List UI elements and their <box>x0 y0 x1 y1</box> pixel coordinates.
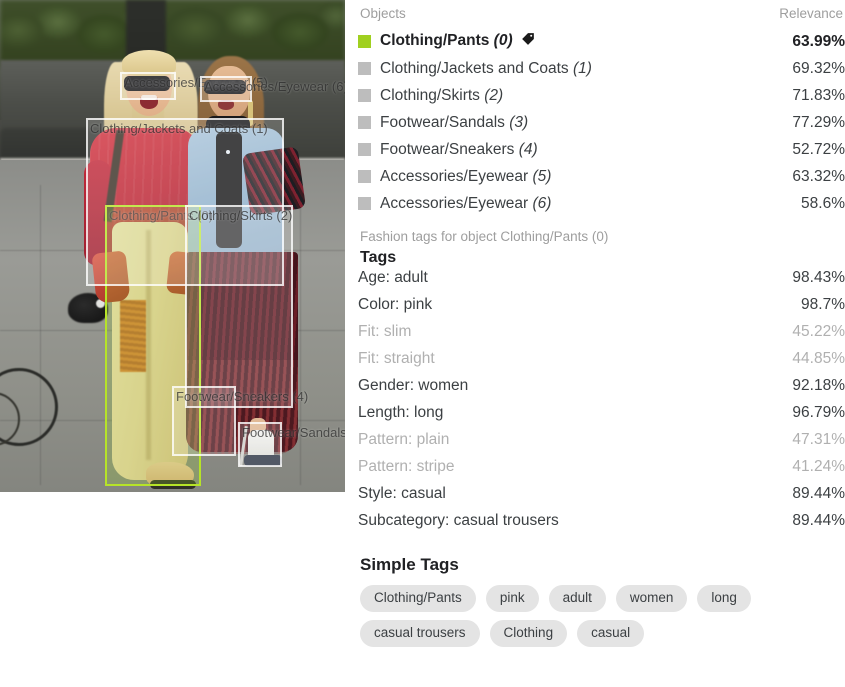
simple-tags-title: Simple Tags <box>360 555 459 574</box>
object-label: Accessories/Eyewear (6) <box>380 194 552 212</box>
bounding-box-label: Clothing/Jackets and Coats (1) <box>90 121 268 136</box>
object-label: Footwear/Sneakers (4) <box>380 140 538 158</box>
tag-icon <box>521 32 535 51</box>
object-label: Footwear/Sandals (3) <box>380 113 529 131</box>
object-row[interactable]: Clothing/Skirts (2) 71.83% <box>358 82 845 109</box>
object-row[interactable]: Footwear/Sneakers (4) 52.72% <box>358 136 845 163</box>
object-row[interactable]: Clothing/Jackets and Coats (1) 69.32% <box>358 55 845 82</box>
object-relevance: 71.83% <box>792 86 845 104</box>
object-row[interactable]: Footwear/Sandals (3) 77.29% <box>358 109 845 136</box>
fashion-tag-label: Pattern: stripe <box>358 458 455 475</box>
object-relevance: 52.72% <box>792 140 845 158</box>
object-row[interactable]: Accessories/Eyewear (5) 63.32% <box>358 163 845 190</box>
object-tagging-viewer: Clothing/Pants (0) Clothing/Jackets and C… <box>0 0 845 687</box>
simple-tag-pill[interactable]: adult <box>548 585 606 612</box>
bounding-box-label: Accessories/Eyewear (6) <box>204 79 345 94</box>
object-color-swatch <box>358 170 371 183</box>
object-label: Clothing/Pants (0) <box>380 32 792 51</box>
fashion-tag-confidence: 41.24% <box>792 458 845 475</box>
fashion-tag-label: Age: adult <box>358 269 428 286</box>
fashion-tag-label: Style: casual <box>358 485 446 502</box>
object-color-swatch <box>358 62 371 75</box>
object-color-swatch <box>358 35 371 48</box>
pavement-seam <box>300 185 301 485</box>
fashion-tags-subheader: Fashion tags for object Clothing/Pants (… <box>360 229 609 244</box>
objects-header: Objects Relevance <box>358 0 845 28</box>
fashion-tag-confidence: 89.44% <box>792 485 845 502</box>
fashion-tag-confidence: 45.22% <box>792 323 845 340</box>
object-relevance: 69.32% <box>792 59 845 77</box>
object-relevance: 63.32% <box>792 167 845 185</box>
fashion-tag-label: Pattern: plain <box>358 431 450 448</box>
simple-tag-pill[interactable]: casual <box>577 619 645 647</box>
fashion-tag-label: Fit: slim <box>358 323 412 340</box>
fashion-tag-row: Style: casual 89.44% <box>358 485 845 512</box>
object-color-swatch <box>358 143 371 156</box>
fashion-tag-row: Age: adult 98.43% <box>358 269 845 296</box>
object-relevance: 58.6% <box>801 194 845 212</box>
fashion-tag-row: Fit: slim 45.22% <box>358 323 845 350</box>
fashion-tag-row: Pattern: stripe 41.24% <box>358 458 845 485</box>
fashion-tag-confidence: 98.7% <box>801 296 845 313</box>
simple-tag-pill[interactable]: pink <box>485 585 539 612</box>
simple-tag-pill[interactable]: Clothing/Pants <box>360 585 476 612</box>
simple-tag-pill[interactable]: Clothing <box>489 619 568 647</box>
fashion-tag-list: Age: adult 98.43% Color: pink 98.7% Fit: sli… <box>358 269 845 539</box>
fashion-tag-confidence: 98.43% <box>792 269 845 286</box>
object-label: Clothing/Skirts (2) <box>380 86 504 104</box>
object-label: Accessories/Eyewear (5) <box>380 167 552 185</box>
fashion-tag-label: Subcategory: casual trousers <box>358 512 559 529</box>
bounding-box-skirts[interactable] <box>185 205 293 408</box>
fashion-tag-label: Gender: women <box>358 377 469 394</box>
object-relevance: 77.29% <box>792 113 845 131</box>
fashion-tag-label: Length: long <box>358 404 444 421</box>
simple-tag-pill[interactable]: casual trousers <box>360 619 480 647</box>
fashion-tag-row: Subcategory: casual trousers 89.44% <box>358 512 845 539</box>
simple-tag-pill[interactable]: long <box>697 585 751 612</box>
fashion-tag-label: Color: pink <box>358 296 433 313</box>
fashion-tag-row: Color: pink 98.7% <box>358 296 845 323</box>
bounding-box-label: Footwear/Sneakers (4) <box>176 389 309 404</box>
simple-tag-pill[interactable]: women <box>615 585 688 612</box>
fashion-tag-confidence: 44.85% <box>792 350 845 367</box>
object-row[interactable]: Clothing/Pants (0) 63.99% <box>358 28 845 55</box>
fashion-tag-row: Gender: women 92.18% <box>358 377 845 404</box>
simple-tags-list: Clothing/Pants pink adult women long casual t… <box>358 585 828 647</box>
fashion-tag-confidence: 47.31% <box>792 431 845 448</box>
bounding-box-label: Footwear/Sandals (3) <box>242 425 345 440</box>
object-color-swatch <box>358 89 371 102</box>
fashion-tag-label: Fit: straight <box>358 350 435 367</box>
object-color-swatch <box>358 116 371 129</box>
fashion-tag-confidence: 92.18% <box>792 377 845 394</box>
fashion-tag-confidence: 89.44% <box>792 512 845 529</box>
object-label: Clothing/Jackets and Coats (1) <box>380 59 592 77</box>
object-relevance: 63.99% <box>792 32 845 50</box>
relevance-header-label: Relevance <box>779 6 843 21</box>
tags-title: Tags <box>360 249 397 266</box>
object-color-swatch <box>358 197 371 210</box>
annotated-photo[interactable]: Clothing/Pants (0) Clothing/Jackets and C… <box>0 0 345 492</box>
fashion-tag-confidence: 96.79% <box>792 404 845 421</box>
objects-header-label: Objects <box>360 6 406 21</box>
fashion-tag-row: Length: long 96.79% <box>358 404 845 431</box>
fashion-tag-row: Pattern: plain 47.31% <box>358 431 845 458</box>
pavement-seam <box>40 185 41 485</box>
object-list: Clothing/Pants (0) 63.99% Clothing/Jackets… <box>358 28 845 217</box>
bounding-box-label: Clothing/Skirts (2) <box>189 208 293 223</box>
fashion-tag-row: Fit: straight 44.85% <box>358 350 845 377</box>
detection-info-panel: Objects Relevance Clothing/Pants (0) 63.9… <box>358 0 845 687</box>
object-row[interactable]: Accessories/Eyewear (6) 58.6% <box>358 190 845 217</box>
